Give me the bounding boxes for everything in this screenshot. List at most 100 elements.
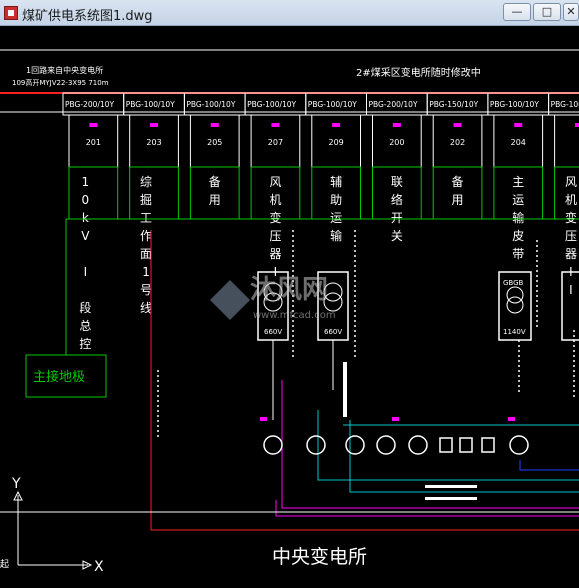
feeder-label-char: 运 bbox=[512, 193, 524, 207]
cabinet-number: 205 bbox=[207, 138, 222, 147]
feeder-label-char: 辅 bbox=[330, 175, 342, 189]
transformer-code: GBGB bbox=[503, 279, 524, 287]
window-titlebar: 煤矿供电系统图1.dwg — □ ✕ bbox=[0, 0, 579, 26]
feeder-label-char: 带 bbox=[512, 247, 524, 261]
source-label: 1回路来自中央变电所 bbox=[26, 65, 103, 75]
feeder-label-char: 作 bbox=[140, 229, 152, 243]
switch-cabinet: PBG-200/10Y 201 1 0 kV I 段总控 bbox=[62, 92, 125, 351]
cabinet-marker bbox=[150, 123, 159, 127]
notice-label: 2#煤采区变电所随时修改中 bbox=[356, 66, 481, 79]
feeder-label-char: 面 bbox=[140, 247, 152, 261]
feeder-label-char: V bbox=[81, 229, 90, 243]
feeder-label-char: 变 bbox=[565, 210, 577, 225]
feeder-label-char: 压 bbox=[269, 229, 281, 243]
switch-cabinet: PBG-100/10Y 203 综掘工作面 1 号线 bbox=[123, 92, 185, 315]
feeder-label-char: 器 bbox=[269, 247, 281, 261]
cabinet-number: 207 bbox=[268, 138, 283, 147]
motor-symbol-row bbox=[263, 435, 529, 455]
cabinet-type-label: PBG-100/10Y bbox=[126, 100, 175, 109]
cabinet-marker bbox=[453, 123, 462, 127]
cabinet-number: 209 bbox=[329, 138, 344, 147]
feeder-label-char: I bbox=[84, 265, 88, 279]
cabinet-type-label: PBG-200/10Y bbox=[369, 100, 418, 109]
cabinet-number: 201 bbox=[86, 138, 101, 147]
feeder-label-char: 段 bbox=[79, 300, 91, 315]
switch-cabinet: PBG-100/10Y207风机变压器I bbox=[244, 92, 307, 279]
switch-cabinet: PBG-100/10Y 209 辅助运输 bbox=[305, 92, 367, 243]
cabinet-marker bbox=[271, 123, 280, 127]
feeder-label-char: 机 bbox=[565, 193, 577, 207]
white-bar bbox=[343, 362, 347, 417]
cabinet-marker bbox=[514, 123, 523, 127]
transformer-rating: 660V bbox=[324, 328, 342, 336]
cabinet-number: 200 bbox=[389, 138, 404, 147]
watermark-text: 沐风网 bbox=[250, 275, 328, 305]
feeder-label-char: 输 bbox=[512, 210, 524, 225]
cabinet-marker bbox=[332, 123, 341, 127]
cabinet-type-label: PBG-200/10Y bbox=[65, 100, 114, 109]
ucs-origin-label: 起 bbox=[0, 559, 9, 570]
watermark-url: www.mfcad.com bbox=[253, 310, 336, 321]
ucs-icon: Y X 起 bbox=[0, 476, 104, 575]
cabinet-marker bbox=[210, 123, 219, 127]
feeder-label-char: 主 bbox=[512, 175, 524, 189]
feeder-label-char: 用 bbox=[452, 193, 464, 207]
feeder-label-char: 机 bbox=[269, 193, 281, 207]
feeder-label-char: 综 bbox=[140, 175, 152, 189]
feeder-label-box bbox=[129, 166, 179, 220]
minimize-button[interactable]: — bbox=[503, 3, 531, 21]
feeder-label-char: 备 bbox=[452, 175, 464, 189]
feeder-label-char: k bbox=[82, 211, 89, 225]
cabinet-number: 204 bbox=[511, 138, 526, 147]
feeder-label-char: 联 bbox=[391, 175, 403, 189]
cabinet-marker bbox=[392, 123, 401, 127]
feeder-label-char: 控 bbox=[79, 337, 91, 351]
feeder-label-box bbox=[68, 166, 119, 220]
feeder-label-char: 助 bbox=[330, 193, 342, 207]
feeder-label-char: 1 bbox=[82, 175, 90, 189]
feeder-label-char: 总 bbox=[79, 319, 91, 333]
feeder-label-char: 用 bbox=[209, 193, 221, 207]
cabinet-marker bbox=[89, 123, 98, 127]
feeder-label-char: 线 bbox=[140, 301, 152, 315]
feeder-label-char: 压 bbox=[565, 229, 577, 243]
cabinet-number: 203 bbox=[146, 138, 161, 147]
feeder-label-char: 关 bbox=[391, 229, 403, 243]
ground-electrode-label: 主接地极 bbox=[33, 369, 85, 385]
switch-cabinet: PBG-200/10Y 200 联络开关 bbox=[366, 92, 428, 243]
feeder-label-char: 络 bbox=[391, 192, 403, 207]
cabinet-number: 202 bbox=[450, 138, 465, 147]
cable-spec-label: 109高开MYJV22-3X95 710m bbox=[12, 78, 109, 87]
feeder-label-char: 风 bbox=[565, 175, 577, 189]
cabinet-type-label: PBG-100/10Y bbox=[247, 100, 296, 109]
feeder-label-char: 皮 bbox=[512, 229, 524, 243]
transformer-rating: 1140V bbox=[503, 328, 526, 336]
cabinet-type-label: PBG-100/10Y bbox=[551, 100, 579, 109]
close-button[interactable]: ✕ bbox=[563, 3, 579, 21]
feeder-label-char: 掘 bbox=[140, 192, 152, 207]
feeder-label-char: 变 bbox=[269, 210, 281, 225]
cabinet-marker bbox=[574, 123, 579, 127]
cabinet-type-label: PBG-100/10Y bbox=[186, 100, 235, 109]
app-icon bbox=[4, 6, 18, 20]
ucs-y-label: Y bbox=[11, 476, 21, 492]
cabinet-type-label: PBG-100/10Y bbox=[490, 100, 539, 109]
switch-cabinet: PBG-100/10Y风机变压器II bbox=[548, 92, 579, 297]
feeder-label-char: 器 bbox=[565, 247, 577, 261]
cabinet-body-box bbox=[554, 114, 579, 168]
substation-title: 中央变电所 bbox=[272, 546, 367, 568]
restore-button[interactable]: □ bbox=[533, 3, 561, 21]
transformer-204: GBGB 1140V bbox=[498, 271, 532, 341]
feeder-label-char: 号 bbox=[140, 283, 152, 297]
cabinet-type-label: PBG-150/10Y bbox=[429, 100, 478, 109]
transformer-rating: 660V bbox=[264, 328, 282, 336]
feeder-label-char: 工 bbox=[140, 211, 152, 225]
feeder-label-char: 风 bbox=[269, 175, 281, 189]
watermark: 沐风网 www.mfcad.com bbox=[210, 275, 336, 321]
ucs-x-label: X bbox=[94, 559, 104, 575]
cad-drawing: 1回路来自中央变电所 109高开MYJV22-3X95 710m 2#煤采区变电… bbox=[0, 49, 579, 575]
cabinet-type-label: PBG-100/10Y bbox=[308, 100, 357, 109]
switch-cabinet: PBG-100/10Y 204 主运输皮带 bbox=[487, 92, 550, 261]
feeder-label-char: 备 bbox=[209, 175, 221, 189]
drawing-canvas[interactable]: 1回路来自中央变电所 109高开MYJV22-3X95 710m 2#煤采区变电… bbox=[0, 26, 579, 584]
